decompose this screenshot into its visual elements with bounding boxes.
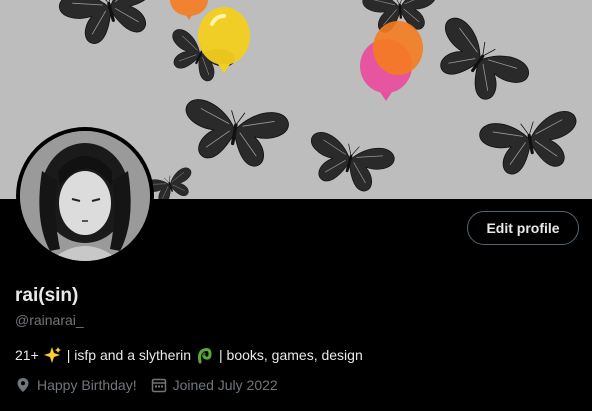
yellow-balloon-icon [198, 7, 250, 73]
bio-prefix: 21+ [15, 347, 39, 363]
profile-meta: Happy Birthday! Joined July 2022 [15, 377, 292, 393]
username-handle: @rainarai_ [15, 312, 84, 328]
joined-item: Joined July 2022 [151, 377, 278, 393]
bio-middle: | isfp and a slytherin [66, 347, 192, 363]
location-item: Happy Birthday! [15, 377, 137, 393]
sparkles-icon [43, 347, 61, 363]
snake-icon [198, 348, 212, 364]
calendar-icon [151, 378, 166, 393]
location-pin-icon [17, 378, 29, 392]
pink-orange-balloon-icon [360, 21, 423, 101]
joined-text: Joined July 2022 [172, 377, 278, 393]
bio-suffix: | books, games, design [219, 347, 363, 363]
edit-profile-button[interactable]: Edit profile [467, 211, 579, 245]
profile-bio: 21+ | isfp and a slytherin | books, game… [15, 346, 363, 364]
avatar[interactable] [20, 131, 150, 261]
avatar-image [20, 131, 150, 261]
location-text: Happy Birthday! [37, 377, 137, 393]
display-name: rai(sin) [15, 285, 79, 306]
